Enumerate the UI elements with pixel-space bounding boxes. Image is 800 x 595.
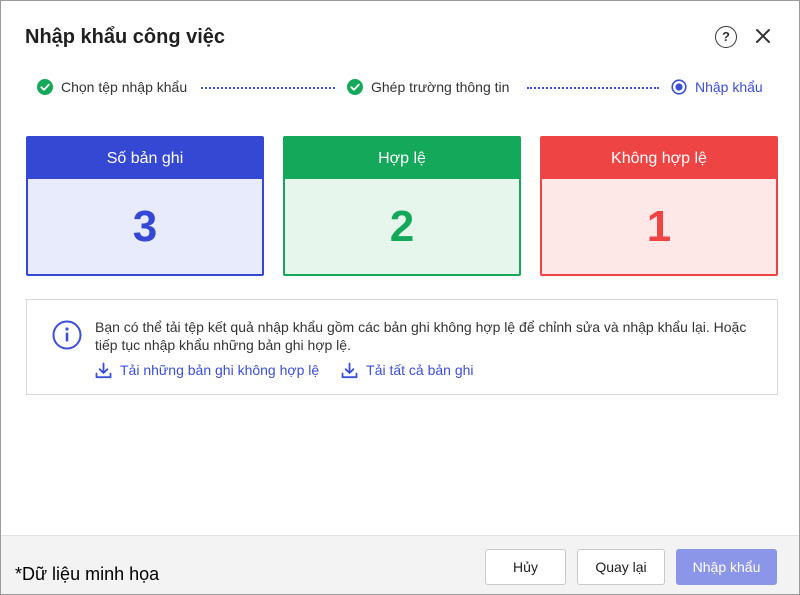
step-map-fields: Ghép trường thông tin	[347, 77, 509, 97]
download-icon	[95, 362, 112, 378]
download-all-link[interactable]: Tải tất cả bản ghi	[341, 362, 474, 379]
invalid-records-card: Không hợp lệ 1	[540, 136, 778, 276]
radio-current-icon	[671, 79, 687, 95]
step-label: Ghép trường thông tin	[371, 79, 510, 95]
sample-data-note: *Dữ liệu minh họa	[15, 564, 160, 584]
cancel-button[interactable]: Hủy	[485, 549, 566, 585]
step-import: Nhập khẩu	[671, 77, 763, 97]
card-title: Số bản ghi	[28, 138, 262, 179]
step-choose-file: Chọn tệp nhập khẩu	[37, 77, 187, 97]
summary-cards: Số bản ghi 3 Hợp lệ 2 Không hợp lệ 1	[26, 136, 778, 276]
check-circle-icon	[37, 79, 53, 95]
info-icon	[52, 320, 82, 350]
card-value: 2	[285, 179, 519, 274]
download-icon	[341, 362, 358, 378]
help-icon[interactable]: ?	[715, 26, 737, 48]
info-message: Bạn có thể tải tệp kết quả nhập khẩu gồm…	[95, 319, 747, 353]
link-label: Tải tất cả bản ghi	[366, 362, 474, 378]
link-label: Tải những bản ghi không hợp lệ	[120, 362, 320, 378]
download-links: Tải những bản ghi không hợp lệ Tải tất c…	[95, 360, 496, 380]
step-connector	[201, 87, 335, 89]
dialog-title: Nhập khẩu công việc	[25, 26, 226, 48]
card-title: Hợp lệ	[285, 138, 519, 179]
step-label: Chọn tệp nhập khẩu	[61, 79, 188, 95]
close-icon[interactable]	[751, 24, 775, 48]
import-dialog: Nhập khẩu công việc ? Chọn tệp nhập khẩu…	[0, 0, 800, 595]
valid-records-card: Hợp lệ 2	[283, 136, 521, 276]
download-invalid-link[interactable]: Tải những bản ghi không hợp lệ	[95, 362, 319, 379]
card-title: Không hợp lệ	[542, 138, 776, 179]
dialog-header: Nhập khẩu công việc ?	[25, 23, 775, 51]
info-panel: Bạn có thể tải tệp kết quả nhập khẩu gồm…	[26, 299, 778, 395]
import-button[interactable]: Nhập khẩu	[676, 549, 777, 585]
import-stepper: Chọn tệp nhập khẩu Ghép trường thông tin…	[37, 77, 767, 97]
card-value: 1	[542, 179, 776, 274]
card-value: 3	[28, 179, 262, 274]
step-connector	[527, 87, 659, 89]
back-button[interactable]: Quay lại	[577, 549, 665, 585]
dialog-footer: *Dữ liệu minh họa Hủy Quay lại Nhập khẩu	[1, 535, 799, 594]
check-circle-icon	[347, 79, 363, 95]
step-label: Nhập khẩu	[695, 79, 763, 95]
total-records-card: Số bản ghi 3	[26, 136, 264, 276]
